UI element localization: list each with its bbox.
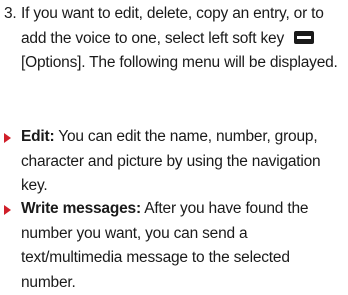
step-text-before-icon: If you want to edit, delete, copy an ent… xyxy=(21,5,324,47)
step-number: 3. xyxy=(4,5,17,22)
bullet-term: Write messages: xyxy=(21,200,141,217)
bullet-text: Edit: You can edit the name, number, gro… xyxy=(21,125,343,199)
step-text-after-icon: [Options]. The following menu will be di… xyxy=(21,54,338,71)
left-soft-key-icon xyxy=(294,30,315,44)
red-triangle-bullet-icon xyxy=(4,133,11,143)
step-3: 3. If you want to edit, delete, copy an … xyxy=(4,2,344,71)
red-triangle-bullet-icon xyxy=(4,205,11,215)
bullet-text: Write messages: After you have found the… xyxy=(21,197,343,295)
step-text: If you want to edit, delete, copy an ent… xyxy=(21,2,341,76)
manual-page: 3. If you want to edit, delete, copy an … xyxy=(0,0,348,292)
bullet-description: You can edit the name, number, group, ch… xyxy=(21,128,321,194)
bullet-term: Edit: xyxy=(21,128,55,145)
